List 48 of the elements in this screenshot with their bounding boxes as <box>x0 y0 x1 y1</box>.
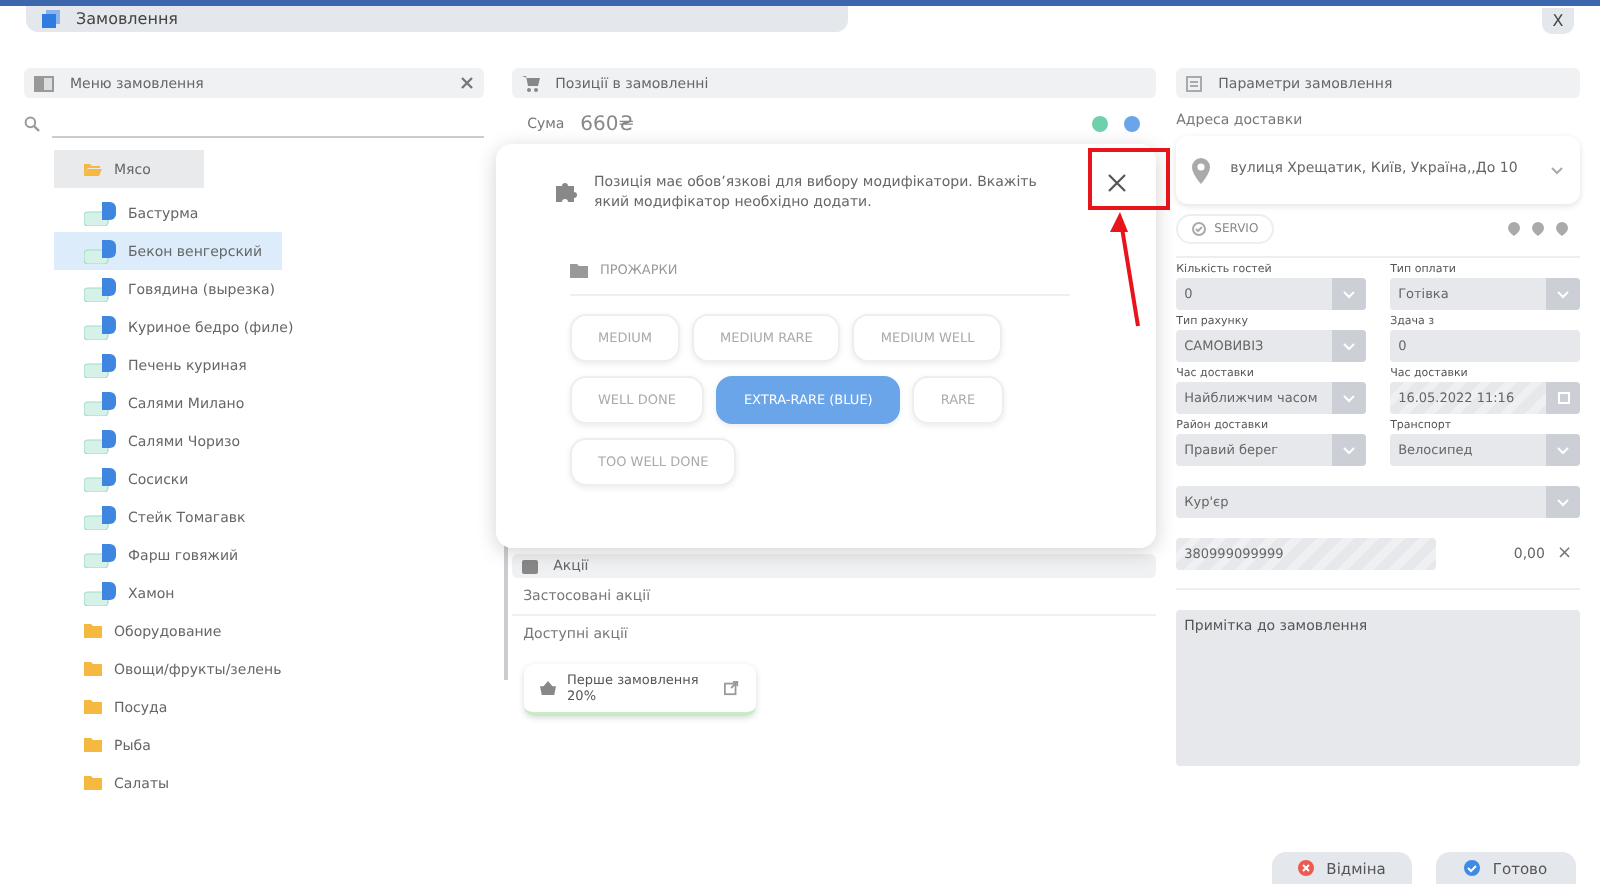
folder-icon <box>84 662 102 676</box>
search-icon <box>24 116 40 132</box>
folder-icon <box>570 263 588 278</box>
folder-icon <box>84 738 102 752</box>
product-icon <box>84 467 116 491</box>
highlight-box <box>1088 148 1170 210</box>
sum-value: 660₴ <box>580 113 636 135</box>
dropdown-icon[interactable] <box>1546 278 1580 310</box>
product-icon <box>84 239 116 263</box>
close-icon[interactable] <box>459 76 474 90</box>
annotation-arrow <box>1110 212 1142 328</box>
location-pin-icon <box>1192 157 1211 183</box>
basket-icon <box>539 680 556 696</box>
open-link-icon <box>724 680 740 696</box>
product-icon <box>84 505 116 529</box>
cancel-icon <box>1298 860 1315 876</box>
product-icon <box>84 353 116 377</box>
product-icon <box>84 277 116 301</box>
dropdown-icon[interactable] <box>1546 434 1580 466</box>
pin-icon[interactable] <box>1556 222 1568 236</box>
folder-icon <box>84 776 102 790</box>
dropdown-icon[interactable] <box>1332 382 1367 414</box>
check-circle-icon <box>1192 222 1207 236</box>
product-icon <box>84 315 116 339</box>
folder-icon <box>84 700 102 714</box>
product-icon <box>84 391 116 415</box>
open-folder-icon <box>84 162 102 176</box>
window-icon <box>42 10 60 28</box>
pin-icon[interactable] <box>1532 222 1544 236</box>
dropdown-icon[interactable] <box>1546 486 1580 518</box>
product-icon <box>84 201 116 225</box>
folder-icon <box>84 624 102 638</box>
dropdown-icon[interactable] <box>1332 330 1367 362</box>
chevron-down-icon <box>1550 165 1564 175</box>
product-icon <box>84 581 116 605</box>
close-button[interactable]: X <box>1542 8 1574 34</box>
clear-icon[interactable]: × <box>1556 544 1572 564</box>
pin-icon[interactable] <box>1508 222 1520 236</box>
window-title: Замовлення <box>76 10 178 28</box>
check-icon <box>1464 860 1481 876</box>
product-icon <box>84 429 116 453</box>
calendar-icon[interactable] <box>1546 382 1580 414</box>
dropdown-icon[interactable] <box>1332 278 1367 310</box>
form-icon <box>1186 75 1203 91</box>
puzzle-icon <box>556 180 578 202</box>
product-icon <box>84 543 116 567</box>
cart-icon <box>521 75 540 91</box>
dropdown-icon[interactable] <box>1332 434 1367 466</box>
